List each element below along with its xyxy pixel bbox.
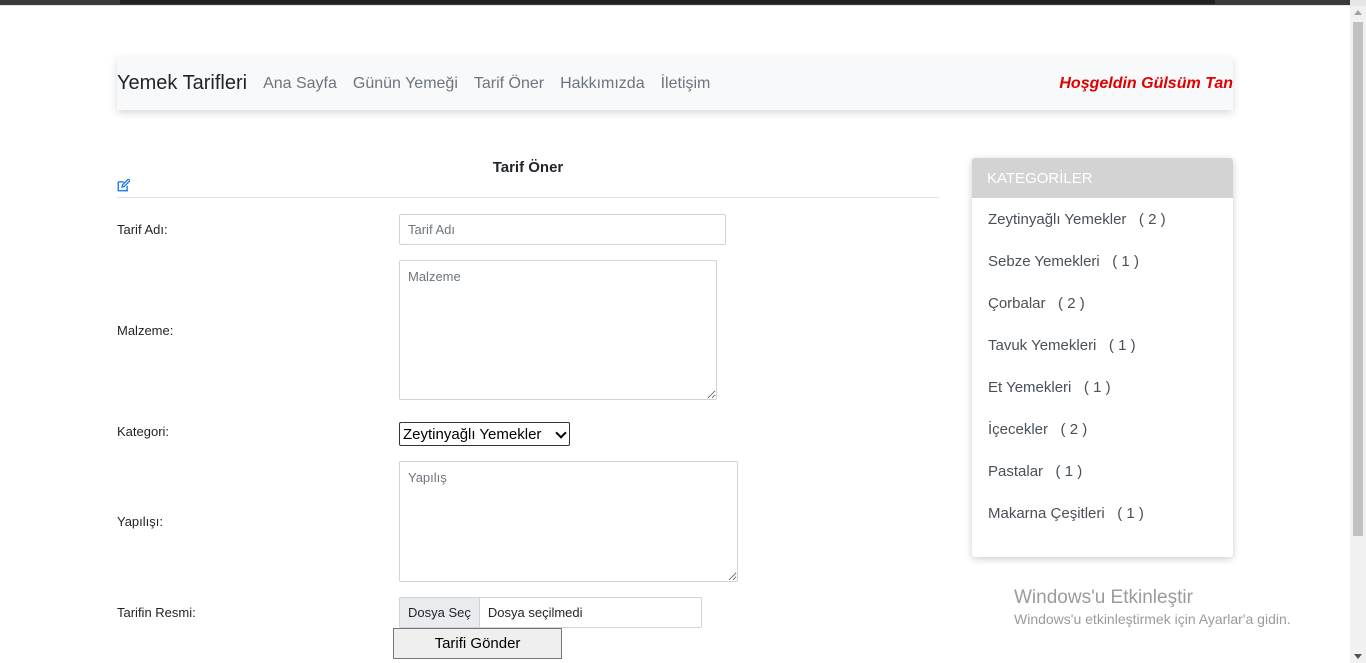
ingredients-label: Malzeme: [117, 323, 174, 338]
category-label: Kategori: [117, 424, 170, 439]
chevron-down-icon [555, 427, 567, 439]
nav-link-home[interactable]: Ana Sayfa [263, 75, 337, 93]
categories-card: KATEGORİLER Zeytinyağlı Yemekler ( 2 ) S… [972, 158, 1233, 557]
nav-link-about[interactable]: Hakkımızda [560, 75, 644, 93]
category-item[interactable]: Zeytinyağlı Yemekler ( 2 ) [988, 211, 1166, 228]
edit-icon [117, 179, 130, 192]
category-item[interactable]: Çorbalar ( 2 ) [988, 295, 1085, 312]
image-file-input[interactable]: Dosya Seç Dosya seçilmedi [399, 597, 702, 628]
form-title: Tarif Öner [492, 159, 564, 176]
image-label: Tarifin Resmi: [117, 605, 196, 620]
page-scrollbar[interactable] [1350, 6, 1366, 663]
category-item[interactable]: İçecekler ( 2 ) [988, 421, 1087, 438]
nav-link-contact[interactable]: İletişim [661, 75, 711, 93]
scrollbar-thumb[interactable] [1353, 22, 1363, 536]
browser-top-edge [0, 0, 1366, 6]
scroll-up-icon[interactable] [1354, 10, 1362, 15]
category-item[interactable]: Sebze Yemekleri ( 1 ) [988, 253, 1139, 270]
category-item[interactable]: Et Yemekleri ( 1 ) [988, 379, 1111, 396]
file-status: Dosya seçilmedi [487, 605, 583, 620]
top-edge-darker [120, 0, 1215, 4]
method-label: Yapılışı: [117, 514, 164, 529]
category-select[interactable]: Zeytinyağlı Yemekler [399, 422, 570, 446]
scroll-down-icon[interactable] [1354, 654, 1362, 659]
nav-link-dish-of-day[interactable]: Günün Yemeği [353, 75, 458, 93]
watermark-title: Windows'u Etkinleştir [1014, 587, 1193, 608]
category-item[interactable]: Pastalar ( 1 ) [988, 463, 1082, 480]
watermark-subtitle: Windows'u etkinleştirmek için Ayarlar'a … [1014, 611, 1291, 627]
nav-link-suggest-recipe[interactable]: Tarif Öner [474, 75, 544, 93]
category-selected-value: Zeytinyağlı Yemekler [403, 425, 542, 443]
category-item[interactable]: Tavuk Yemekleri ( 1 ) [988, 337, 1136, 354]
category-item[interactable]: Makarna Çeşitleri ( 1 ) [988, 505, 1144, 522]
method-textarea[interactable] [399, 461, 738, 582]
recipe-name-input[interactable] [399, 214, 726, 245]
title-divider [117, 197, 939, 198]
main-navbar: Yemek Tarifleri Ana Sayfa Günün Yemeği T… [117, 57, 1233, 110]
welcome-message: Hoşgeldin Gülsüm Tan [1059, 74, 1233, 92]
windows-activation-watermark: Windows'u Etkinleştir Windows'u etkinleş… [1014, 587, 1291, 627]
submit-recipe-button[interactable]: Tarifi Gönder [393, 628, 562, 659]
choose-file-button[interactable]: Dosya Seç [400, 598, 480, 627]
site-brand[interactable]: Yemek Tarifleri [117, 72, 247, 95]
ingredients-textarea[interactable] [399, 260, 717, 400]
recipe-name-label: Tarif Adı: [117, 222, 168, 237]
categories-header: KATEGORİLER [972, 158, 1233, 198]
